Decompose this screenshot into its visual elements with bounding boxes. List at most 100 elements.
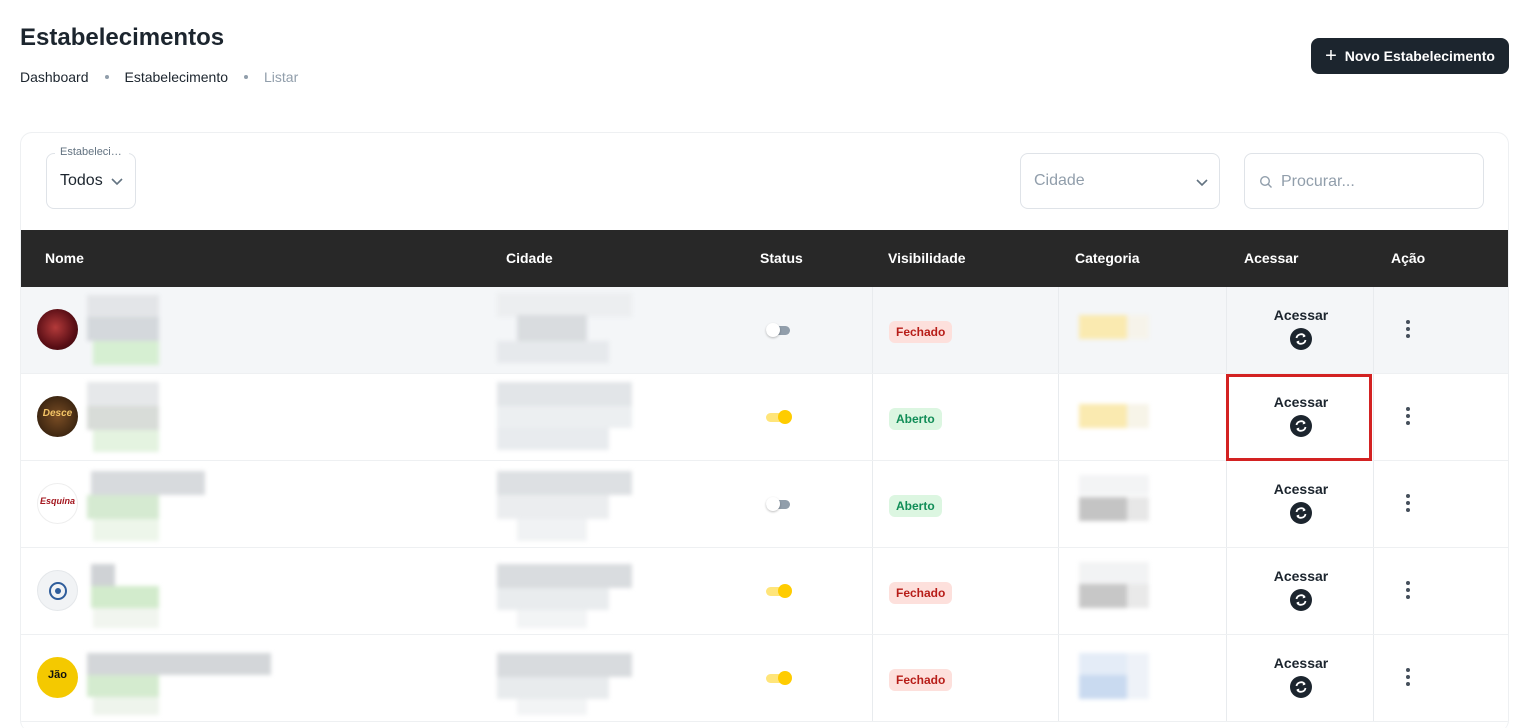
more-actions-icon[interactable] [1401,494,1415,514]
status-toggle[interactable] [766,671,794,685]
breadcrumb-dashboard[interactable]: Dashboard [20,69,89,85]
establishment-avatar: Desce [37,396,78,437]
blurred-category [1079,562,1149,608]
blurred-name [87,564,159,628]
status-toggle[interactable] [766,584,794,598]
table-row: Jão Fechado Acessar [21,635,1508,722]
establishment-avatar [37,309,78,350]
column-header-cidade[interactable]: Cidade [506,250,553,266]
column-divider [872,287,873,373]
blurred-category [1079,475,1149,521]
blurred-city [497,293,632,365]
blurred-name [87,382,159,454]
sync-icon [1290,502,1312,524]
column-divider [872,548,873,634]
avatar-text: Jão [48,669,67,681]
new-establishment-button[interactable]: + Novo Estabelecimento [1311,38,1509,74]
chevron-down-icon [111,178,123,186]
sync-icon [1290,328,1312,350]
visibility-badge: Fechado [889,321,953,343]
column-divider [872,461,873,547]
more-actions-icon[interactable] [1401,581,1415,601]
page-title: Estabelecimentos [20,24,225,51]
plus-icon: + [1325,45,1337,67]
status-toggle[interactable] [766,410,794,424]
table-row: Fechado Acessar [21,287,1508,374]
highlight-box [1226,374,1372,461]
column-header-visibilidade[interactable]: Visibilidade [888,250,966,266]
column-divider [872,635,873,721]
type-filter-legend: Estabelecimento [55,146,129,158]
breadcrumb-separator [104,75,109,79]
access-button[interactable]: Acessar [1228,481,1374,524]
column-header-status[interactable]: Status [760,250,803,266]
access-button[interactable]: Acessar [1228,655,1374,698]
sync-icon [1290,589,1312,611]
column-divider [1226,461,1227,547]
visibility-badge: Fechado [889,669,953,691]
table-row: Desce Aberto Acessar [21,374,1508,461]
blurred-city [497,382,632,452]
access-label: Acessar [1273,655,1329,671]
blurred-category [1079,653,1149,699]
column-divider [1058,635,1059,721]
breadcrumb-current: Listar [264,69,299,85]
establishment-avatar: Jão [37,657,78,698]
chevron-down-icon [1196,179,1208,187]
access-label: Acessar [1273,568,1329,584]
table-row: Esquina Aberto Acessar [21,461,1508,548]
establishment-avatar: Esquina [37,483,78,524]
access-button[interactable]: Acessar [1228,307,1374,350]
establishments-table: Nome Cidade Status Visibilidade Categori… [21,230,1508,722]
visibility-badge: Aberto [889,408,942,430]
blurred-name [87,295,159,365]
column-divider [1058,374,1059,460]
access-button[interactable]: Acessar [1228,568,1374,611]
column-divider [1226,635,1227,721]
visibility-badge: Aberto [889,495,942,517]
avatar-emblem-icon [49,582,67,600]
visibility-badge: Fechado [889,582,953,604]
blurred-category [1079,404,1149,428]
column-header-categoria[interactable]: Categoria [1075,250,1140,266]
blurred-city [497,471,632,541]
establishment-avatar [37,570,78,611]
access-label: Acessar [1273,307,1329,323]
type-filter-value: Todos [60,172,103,189]
blurred-name [87,653,271,715]
city-filter-select[interactable]: Cidade [1020,153,1220,209]
status-toggle[interactable] [766,323,794,337]
sync-icon [1290,676,1312,698]
blurred-city [497,653,632,715]
blurred-city [497,564,632,628]
new-establishment-label: Novo Estabelecimento [1344,48,1495,64]
table-row: Fechado Acessar [21,548,1508,635]
blurred-name [87,471,205,541]
column-divider [1058,548,1059,634]
table-header: Nome Cidade Status Visibilidade Categori… [21,230,1508,287]
column-header-acessar: Acessar [1244,250,1299,266]
status-toggle[interactable] [766,497,794,511]
search-input[interactable] [1281,170,1471,194]
city-filter-placeholder: Cidade [1034,172,1085,189]
breadcrumb-estabelecimento[interactable]: Estabelecimento [125,69,229,85]
breadcrumb-separator [244,75,249,79]
type-filter-select[interactable]: Estabelecimento Todos [46,146,136,209]
search-icon [1259,175,1272,188]
column-header-nome[interactable]: Nome [45,250,84,266]
more-actions-icon[interactable] [1401,320,1415,340]
column-divider [1058,461,1059,547]
column-divider [872,374,873,460]
column-divider [1058,287,1059,373]
column-divider [1226,287,1227,373]
more-actions-icon[interactable] [1401,668,1415,688]
establishments-card: Estabelecimento Todos Cidade Nome Cidade… [20,132,1509,728]
more-actions-icon[interactable] [1401,407,1415,427]
column-header-acao: Ação [1391,250,1426,266]
column-divider [1226,548,1227,634]
avatar-text: Esquina [39,496,75,506]
blurred-category [1079,315,1149,339]
search-field [1244,153,1484,209]
breadcrumb: Dashboard Estabelecimento Listar [20,69,298,85]
avatar-text: Desce [42,408,73,419]
